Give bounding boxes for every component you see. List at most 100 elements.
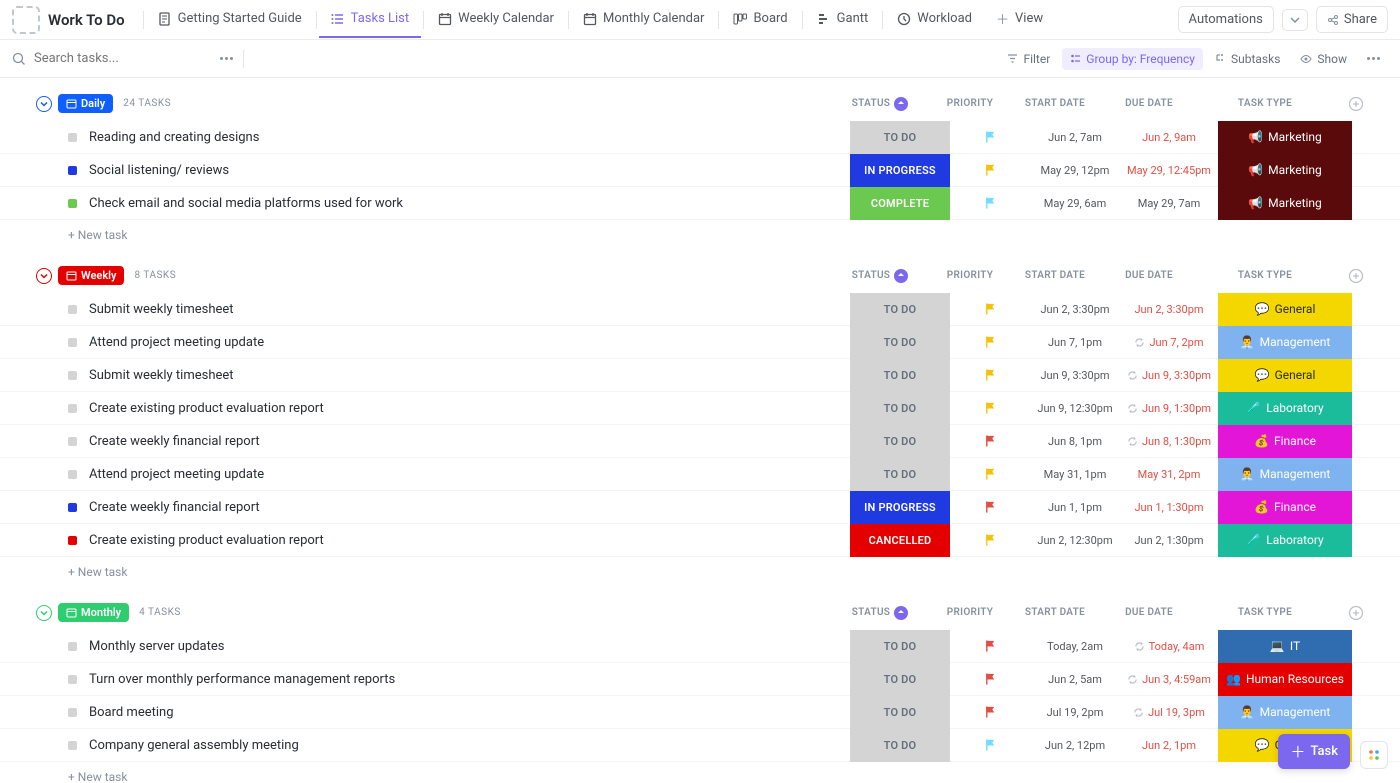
priority-cell[interactable] — [950, 458, 1030, 491]
search-more-icon[interactable] — [212, 53, 241, 64]
automations-dropdown[interactable] — [1282, 9, 1308, 31]
task-type-cell[interactable]: 👥Human Resources — [1218, 663, 1352, 696]
due-date-cell[interactable]: May 29, 12:45pm — [1120, 154, 1218, 187]
status-cell[interactable]: COMPLETE — [850, 187, 950, 220]
col-due-date[interactable]: DUE DATE — [1100, 98, 1198, 109]
add-column-icon[interactable] — [1348, 268, 1364, 284]
start-date-cell[interactable]: Jun 2, 12pm — [1030, 729, 1120, 762]
task-row[interactable]: Attend project meeting update TO DO May … — [0, 458, 1400, 491]
priority-cell[interactable] — [950, 326, 1030, 359]
nav-tab-weekly-calendar[interactable]: Weekly Calendar — [426, 1, 566, 38]
col-start-date[interactable]: START DATE — [1010, 270, 1100, 281]
due-date-cell[interactable]: May 31, 2pm — [1120, 458, 1218, 491]
group-by-button[interactable]: Group by: Frequency — [1062, 48, 1203, 70]
task-row[interactable]: Create existing product evaluation repor… — [0, 392, 1400, 425]
priority-cell[interactable] — [950, 491, 1030, 524]
status-cell[interactable]: TO DO — [850, 425, 950, 458]
start-date-cell[interactable]: Jun 9, 12:30pm — [1030, 392, 1120, 425]
sort-icon[interactable] — [894, 606, 908, 620]
new-task-button[interactable]: + New task — [0, 220, 1400, 250]
start-date-cell[interactable]: Today, 2am — [1030, 630, 1120, 663]
task-row[interactable]: Social listening/ reviews IN PROGRESS Ma… — [0, 154, 1400, 187]
status-cell[interactable]: TO DO — [850, 293, 950, 326]
due-date-cell[interactable]: Jun 3, 4:59am — [1120, 663, 1218, 696]
priority-cell[interactable] — [950, 359, 1030, 392]
due-date-cell[interactable]: Jun 2, 3:30pm — [1120, 293, 1218, 326]
status-cell[interactable]: TO DO — [850, 359, 950, 392]
due-date-cell[interactable]: Today, 4am — [1120, 630, 1218, 663]
start-date-cell[interactable]: Jun 2, 5am — [1030, 663, 1120, 696]
task-row[interactable]: Board meeting TO DO Jul 19, 2pm Jul 19, … — [0, 696, 1400, 729]
due-date-cell[interactable]: Jun 2, 1pm — [1120, 729, 1218, 762]
start-date-cell[interactable]: Jun 9, 3:30pm — [1030, 359, 1120, 392]
col-add[interactable] — [1332, 96, 1380, 112]
start-date-cell[interactable]: Jun 8, 1pm — [1030, 425, 1120, 458]
status-cell[interactable]: IN PROGRESS — [850, 491, 950, 524]
task-row[interactable]: Create existing product evaluation repor… — [0, 524, 1400, 557]
task-row[interactable]: Submit weekly timesheet TO DO Jun 9, 3:3… — [0, 359, 1400, 392]
task-row[interactable]: Monthly server updates TO DO Today, 2am … — [0, 630, 1400, 663]
col-add[interactable] — [1332, 268, 1380, 284]
priority-cell[interactable] — [950, 524, 1030, 557]
priority-cell[interactable] — [950, 392, 1030, 425]
status-cell[interactable]: TO DO — [850, 630, 950, 663]
priority-cell[interactable] — [950, 187, 1030, 220]
task-row[interactable]: Submit weekly timesheet TO DO Jun 2, 3:3… — [0, 293, 1400, 326]
col-add[interactable] — [1332, 605, 1380, 621]
task-type-cell[interactable]: 💰Finance — [1218, 425, 1352, 458]
add-view-button[interactable]: ＋View — [984, 0, 1055, 40]
col-status[interactable]: STATUS — [830, 97, 930, 111]
col-task-type[interactable]: TASK TYPE — [1198, 270, 1332, 281]
new-task-button[interactable]: + New task — [0, 762, 1400, 783]
share-button[interactable]: Share — [1316, 6, 1388, 33]
priority-cell[interactable] — [950, 663, 1030, 696]
task-type-cell[interactable]: 📢Marketing — [1218, 121, 1352, 154]
start-date-cell[interactable]: May 31, 1pm — [1030, 458, 1120, 491]
start-date-cell[interactable]: Jun 1, 1pm — [1030, 491, 1120, 524]
task-type-cell[interactable]: 👨‍💼Management — [1218, 458, 1352, 491]
filter-button[interactable]: Filter — [999, 48, 1058, 70]
task-type-cell[interactable]: 💻IT — [1218, 630, 1352, 663]
collapse-toggle[interactable] — [36, 268, 52, 284]
priority-cell[interactable] — [950, 293, 1030, 326]
status-cell[interactable]: TO DO — [850, 121, 950, 154]
add-column-icon[interactable] — [1348, 605, 1364, 621]
show-button[interactable]: Show — [1292, 48, 1355, 70]
due-date-cell[interactable]: Jun 8, 1:30pm — [1120, 425, 1218, 458]
task-row[interactable]: Create weekly financial report IN PROGRE… — [0, 491, 1400, 524]
collapse-toggle[interactable] — [36, 96, 52, 112]
status-cell[interactable]: TO DO — [850, 458, 950, 491]
task-type-cell[interactable]: 🧪Laboratory — [1218, 392, 1352, 425]
task-type-cell[interactable]: 🧪Laboratory — [1218, 524, 1352, 557]
status-cell[interactable]: TO DO — [850, 392, 950, 425]
priority-cell[interactable] — [950, 154, 1030, 187]
start-date-cell[interactable]: Jul 19, 2pm — [1030, 696, 1120, 729]
new-task-fab[interactable]: ＋Task — [1278, 734, 1350, 769]
nav-tab-board[interactable]: Board — [721, 1, 799, 38]
task-row[interactable]: Create weekly financial report TO DO Jun… — [0, 425, 1400, 458]
priority-cell[interactable] — [950, 729, 1030, 762]
start-date-cell[interactable]: May 29, 6am — [1030, 187, 1120, 220]
nav-tab-getting-started-guide[interactable]: Getting Started Guide — [146, 1, 314, 38]
col-status[interactable]: STATUS — [830, 606, 930, 620]
collapse-toggle[interactable] — [36, 605, 52, 621]
start-date-cell[interactable]: Jun 2, 12:30pm — [1030, 524, 1120, 557]
col-start-date[interactable]: START DATE — [1010, 98, 1100, 109]
automations-button[interactable]: Automations — [1178, 6, 1274, 33]
col-priority[interactable]: PRIORITY — [930, 98, 1010, 109]
col-task-type[interactable]: TASK TYPE — [1198, 607, 1332, 618]
due-date-cell[interactable]: Jun 9, 3:30pm — [1120, 359, 1218, 392]
nav-tab-monthly-calendar[interactable]: Monthly Calendar — [571, 1, 716, 38]
start-date-cell[interactable]: Jun 7, 1pm — [1030, 326, 1120, 359]
nav-tab-tasks-list[interactable]: Tasks List — [319, 1, 421, 38]
status-cell[interactable]: TO DO — [850, 326, 950, 359]
task-row[interactable]: Company general assembly meeting TO DO J… — [0, 729, 1400, 762]
status-cell[interactable]: CANCELLED — [850, 524, 950, 557]
col-priority[interactable]: PRIORITY — [930, 607, 1010, 618]
col-priority[interactable]: PRIORITY — [930, 270, 1010, 281]
due-date-cell[interactable]: Jun 1, 1:30pm — [1120, 491, 1218, 524]
col-due-date[interactable]: DUE DATE — [1100, 607, 1198, 618]
col-start-date[interactable]: START DATE — [1010, 607, 1100, 618]
col-status[interactable]: STATUS — [830, 269, 930, 283]
due-date-cell[interactable]: Jun 9, 1:30pm — [1120, 392, 1218, 425]
